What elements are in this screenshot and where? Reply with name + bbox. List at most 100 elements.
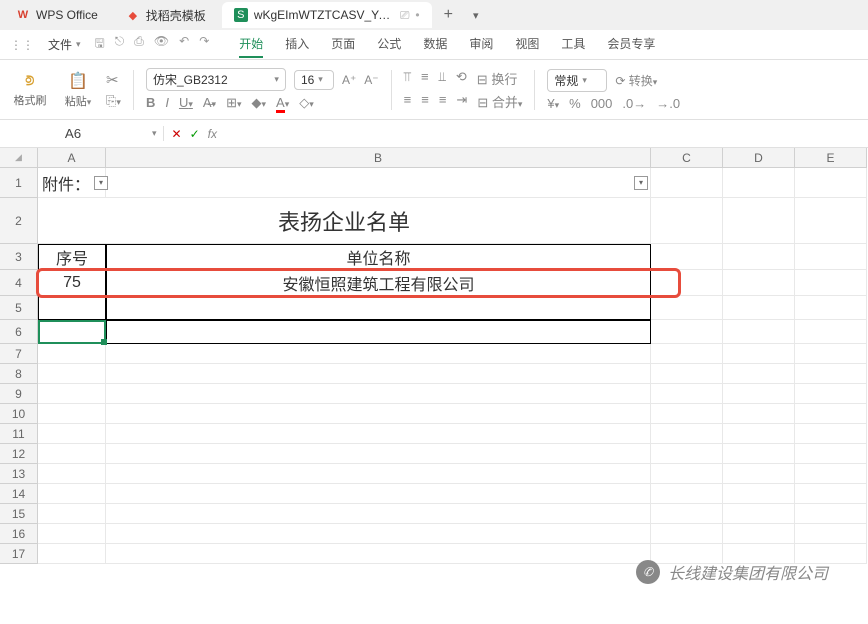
cell-A13[interactable] xyxy=(38,464,106,484)
cell-E6[interactable] xyxy=(795,320,867,344)
align-bot-icon[interactable]: ⫫ xyxy=(439,69,446,88)
cell-A16[interactable] xyxy=(38,524,106,544)
number-format-select[interactable]: 常规▾ xyxy=(547,69,607,92)
row-header-14[interactable]: 14 xyxy=(0,484,38,504)
row-header-3[interactable]: 3 xyxy=(0,244,38,270)
row-header-15[interactable]: 15 xyxy=(0,504,38,524)
undo-icon[interactable]: ↶ xyxy=(179,34,189,55)
cancel-icon[interactable]: ✕ xyxy=(172,127,182,141)
row-header-6[interactable]: 6 xyxy=(0,320,38,344)
menu-formula[interactable]: 公式 xyxy=(377,31,401,58)
cell-D5[interactable] xyxy=(723,296,795,320)
cell-D1[interactable] xyxy=(723,168,795,198)
cell-C1[interactable] xyxy=(651,168,723,198)
cell-B11[interactable] xyxy=(106,424,651,444)
italic-icon[interactable]: I xyxy=(165,95,169,111)
cell-C16[interactable] xyxy=(651,524,723,544)
print-icon[interactable]: ⎙ xyxy=(134,34,144,55)
format-painter-button[interactable]: ⟄ 格式刷 xyxy=(10,72,50,108)
cell-E3[interactable] xyxy=(795,244,867,270)
cell-D13[interactable] xyxy=(723,464,795,484)
cell-D7[interactable] xyxy=(723,344,795,364)
align-top-icon[interactable]: ⫪ xyxy=(404,69,411,88)
col-header-C[interactable]: C xyxy=(651,148,723,168)
cell-D16[interactable] xyxy=(723,524,795,544)
cell-B10[interactable] xyxy=(106,404,651,424)
cell-A3[interactable]: 序号 xyxy=(38,244,106,270)
cell-E14[interactable] xyxy=(795,484,867,504)
menu-data[interactable]: 数据 xyxy=(423,31,447,58)
cell-E5[interactable] xyxy=(795,296,867,320)
cell-A10[interactable] xyxy=(38,404,106,424)
col-header-A[interactable]: A xyxy=(38,148,106,168)
cell-B1[interactable]: ▾ xyxy=(106,168,651,198)
row-header-9[interactable]: 9 xyxy=(0,384,38,404)
cell-D6[interactable] xyxy=(723,320,795,344)
inc-decimal-icon[interactable]: .0→ xyxy=(622,96,646,111)
cell-C5[interactable] xyxy=(651,296,723,320)
cell-C2[interactable] xyxy=(651,198,723,244)
bold-icon[interactable]: B xyxy=(146,95,155,111)
font-size-select[interactable]: 16▾ xyxy=(294,70,334,90)
menu-review[interactable]: 审阅 xyxy=(469,31,493,58)
menu-view[interactable]: 视图 xyxy=(515,31,539,58)
filter-icon[interactable]: ▾ xyxy=(634,176,648,190)
cell-E11[interactable] xyxy=(795,424,867,444)
comma-icon[interactable]: 000 xyxy=(591,96,613,111)
cell-D11[interactable] xyxy=(723,424,795,444)
menu-start[interactable]: 开始 xyxy=(239,31,263,58)
cell-D2[interactable] xyxy=(723,198,795,244)
cell-E2[interactable] xyxy=(795,198,867,244)
cell-C13[interactable] xyxy=(651,464,723,484)
cell-C4[interactable] xyxy=(651,270,723,296)
cell-A1[interactable]: 附件：▾ xyxy=(38,168,106,198)
cell-A8[interactable] xyxy=(38,364,106,384)
file-menu[interactable]: 文件 ▾ xyxy=(48,36,81,53)
cell-E10[interactable] xyxy=(795,404,867,424)
cell-B14[interactable] xyxy=(106,484,651,504)
menu-page[interactable]: 页面 xyxy=(331,31,355,58)
save-icon[interactable]: 🖫 xyxy=(95,34,105,55)
select-all-corner[interactable]: ◢ xyxy=(0,148,38,168)
cell-D15[interactable] xyxy=(723,504,795,524)
increase-font-icon[interactable]: A⁺ xyxy=(342,73,356,87)
row-header-4[interactable]: 4 xyxy=(0,270,38,296)
convert-button[interactable]: ⟳ 转换▾ xyxy=(615,72,657,89)
cell-E9[interactable] xyxy=(795,384,867,404)
currency-icon[interactable]: ¥▾ xyxy=(547,96,559,111)
align-right-icon[interactable]: ≡ xyxy=(439,92,447,111)
copy-icon[interactable]: ⎘▾ xyxy=(106,93,121,109)
cell-B6[interactable] xyxy=(106,320,651,344)
fx-icon[interactable]: fx xyxy=(208,127,217,141)
align-left-icon[interactable]: ≡ xyxy=(404,92,412,111)
cell-D3[interactable] xyxy=(723,244,795,270)
cell-E15[interactable] xyxy=(795,504,867,524)
cell-E12[interactable] xyxy=(795,444,867,464)
cell-C14[interactable] xyxy=(651,484,723,504)
row-header-16[interactable]: 16 xyxy=(0,524,38,544)
align-center-icon[interactable]: ≡ xyxy=(421,92,429,111)
row-header-5[interactable]: 5 xyxy=(0,296,38,320)
row-header-1[interactable]: 1 xyxy=(0,168,38,198)
row-header-7[interactable]: 7 xyxy=(0,344,38,364)
col-header-E[interactable]: E xyxy=(795,148,867,168)
cell-C7[interactable] xyxy=(651,344,723,364)
cell-A11[interactable] xyxy=(38,424,106,444)
cell-B8[interactable] xyxy=(106,364,651,384)
cell-C9[interactable] xyxy=(651,384,723,404)
menu-vip[interactable]: 会员专享 xyxy=(607,31,655,58)
row-header-2[interactable]: 2 xyxy=(0,198,38,244)
cell-B5[interactable] xyxy=(106,296,651,320)
cell-B7[interactable] xyxy=(106,344,651,364)
cell-E7[interactable] xyxy=(795,344,867,364)
cell-D12[interactable] xyxy=(723,444,795,464)
cell-B12[interactable] xyxy=(106,444,651,464)
indent-icon[interactable]: ⇥ xyxy=(456,92,467,111)
cell-E13[interactable] xyxy=(795,464,867,484)
tab-list-button[interactable]: ▾ xyxy=(465,9,487,22)
font-color-icon[interactable]: A▾ xyxy=(276,95,289,111)
redo-icon[interactable]: ↷ xyxy=(199,34,209,55)
cell-B15[interactable] xyxy=(106,504,651,524)
cell-D4[interactable] xyxy=(723,270,795,296)
tab-wps[interactable]: W WPS Office xyxy=(4,2,110,28)
